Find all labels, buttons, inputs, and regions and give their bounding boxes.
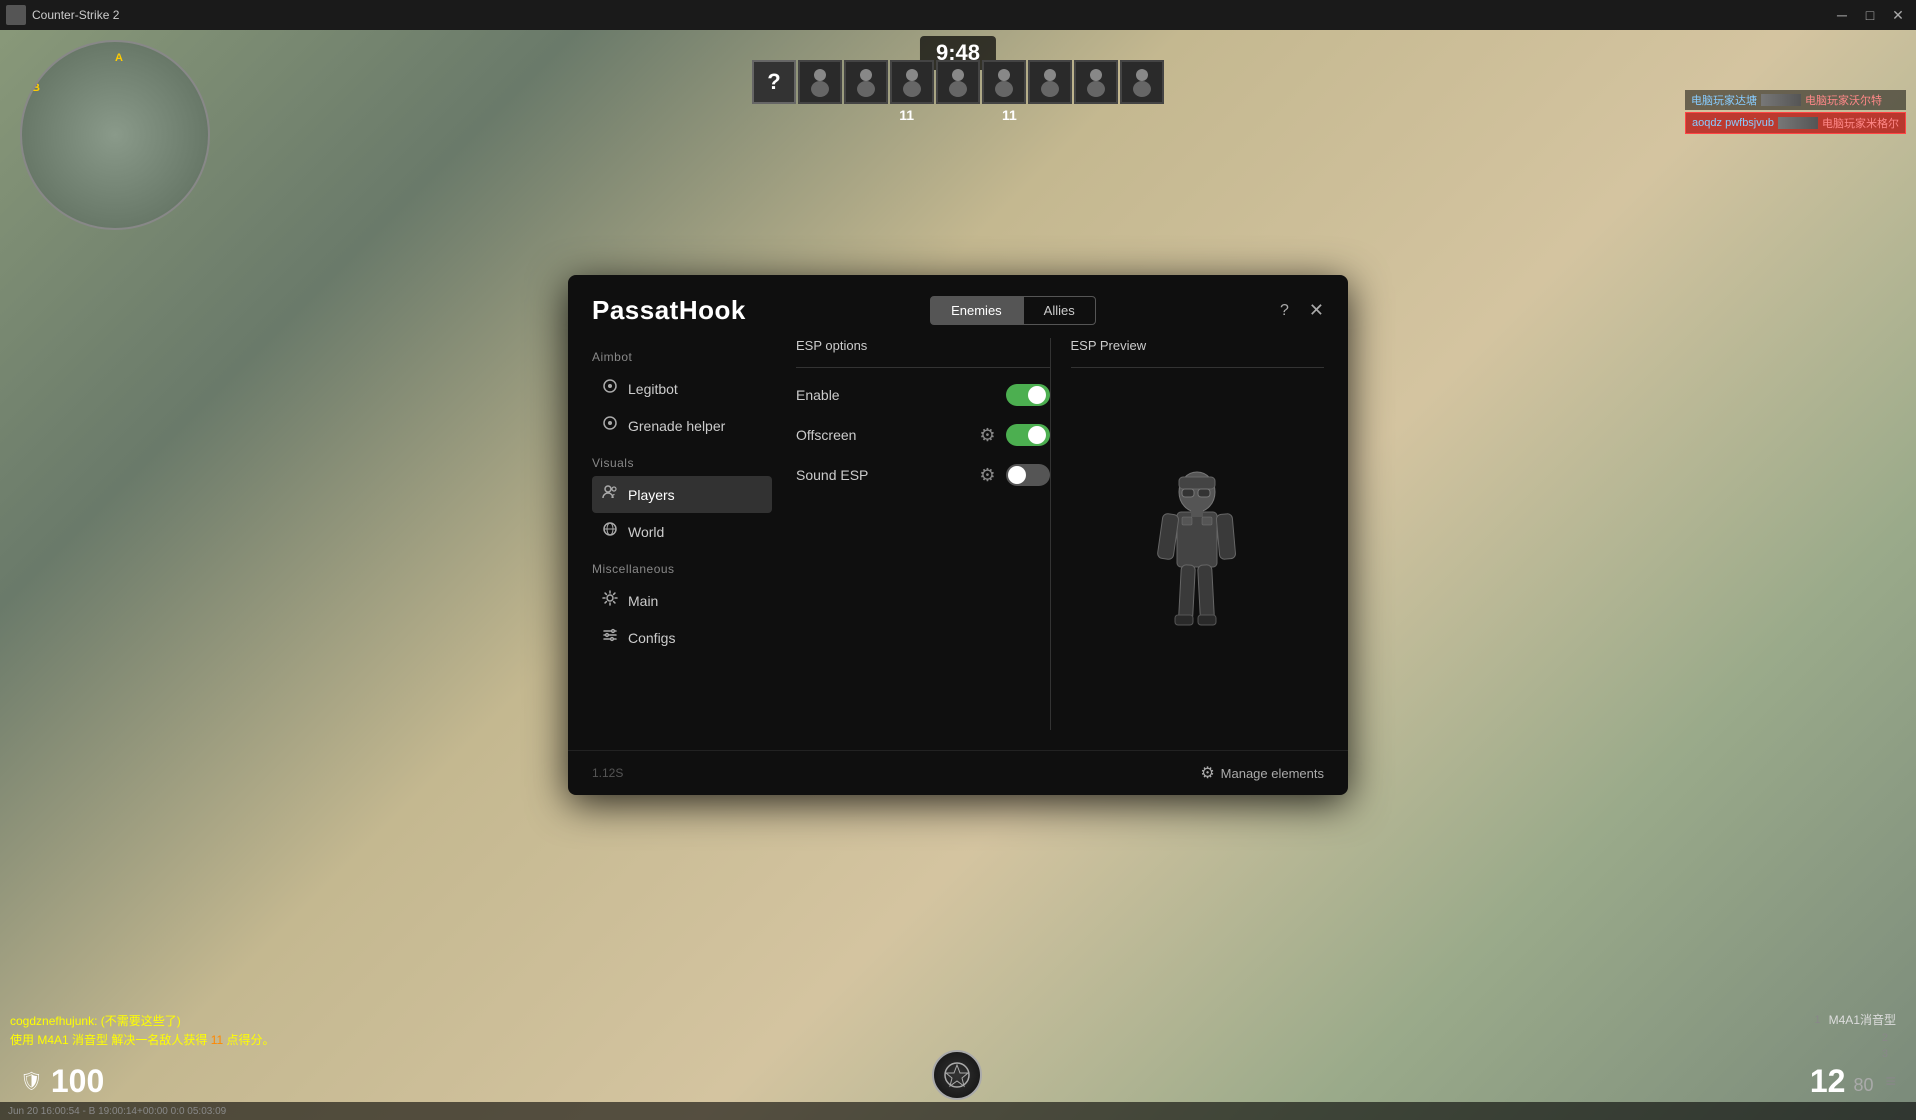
toggle-sound-esp[interactable] <box>1006 464 1050 486</box>
maximize-button[interactable]: □ <box>1860 7 1880 24</box>
configs-label: Configs <box>628 630 675 646</box>
modal-body: Aimbot Legitbot Grenade helper Visuals <box>568 338 1348 750</box>
grenade-helper-label: Grenade helper <box>628 418 725 434</box>
option-row-offscreen: Offscreen ⚙ <box>796 424 1050 446</box>
option-label-enable: Enable <box>796 387 840 403</box>
option-row-sound-esp: Sound ESP ⚙ <box>796 464 1050 486</box>
version-label: 1.12S <box>592 766 623 780</box>
world-icon <box>602 521 618 542</box>
sidebar-item-configs[interactable]: Configs <box>592 619 772 656</box>
sound-esp-gear-icon[interactable]: ⚙ <box>979 465 995 486</box>
modal-tabs: Enemies Allies <box>930 296 1096 325</box>
modal-overlay: PassatHook Enemies Allies ? ✕ Aimbot Leg… <box>0 30 1916 1120</box>
option-row-enable: Enable <box>796 384 1050 406</box>
world-label: World <box>628 524 664 540</box>
section-visuals-label: Visuals <box>592 456 772 470</box>
option-label-sound-esp: Sound ESP <box>796 467 868 483</box>
option-label-offscreen: Offscreen <box>796 427 856 443</box>
esp-preview-panel: ESP Preview <box>1050 338 1325 730</box>
modal-close-button[interactable]: ✕ <box>1309 300 1324 321</box>
window-title: Counter-Strike 2 <box>32 8 1832 22</box>
character-svg <box>1142 467 1252 647</box>
modal-title: PassatHook <box>592 295 746 326</box>
players-icon <box>602 484 618 505</box>
tab-enemies[interactable]: Enemies <box>930 296 1023 325</box>
option-controls-offscreen: ⚙ <box>979 424 1049 446</box>
esp-options-title: ESP options <box>796 338 1050 353</box>
manage-gear-icon: ⚙ <box>1200 763 1214 783</box>
esp-options-divider <box>796 367 1050 368</box>
section-aimbot-label: Aimbot <box>592 350 772 364</box>
main-icon <box>602 590 618 611</box>
modal-header-right: ? ✕ <box>1280 300 1324 321</box>
sidebar-item-world[interactable]: World <box>592 513 772 550</box>
window-titlebar: Counter-Strike 2 ─ □ ✕ <box>0 0 1916 30</box>
option-controls-enable <box>1006 384 1050 406</box>
esp-preview-divider <box>1071 367 1325 368</box>
esp-preview-figure <box>1071 384 1325 730</box>
legitbot-icon <box>602 378 618 399</box>
esp-columns: ESP options Enable Offscreen <box>796 338 1324 730</box>
modal-sidebar: Aimbot Legitbot Grenade helper Visuals <box>592 338 772 730</box>
app-icon <box>6 5 26 25</box>
legitbot-label: Legitbot <box>628 381 678 397</box>
main-label: Main <box>628 593 658 609</box>
modal-main-content: ESP options Enable Offscreen <box>772 338 1324 730</box>
option-controls-sound-esp: ⚙ <box>979 464 1049 486</box>
manage-elements-label: Manage elements <box>1221 766 1324 781</box>
sidebar-item-main[interactable]: Main <box>592 582 772 619</box>
passathook-modal: PassatHook Enemies Allies ? ✕ Aimbot Leg… <box>568 275 1348 795</box>
window-close-button[interactable]: ✕ <box>1888 7 1908 24</box>
esp-preview-title: ESP Preview <box>1071 338 1325 353</box>
toggle-offscreen[interactable] <box>1006 424 1050 446</box>
help-icon[interactable]: ? <box>1280 302 1289 320</box>
sidebar-item-legitbot[interactable]: Legitbot <box>592 370 772 407</box>
window-controls: ─ □ ✕ <box>1832 7 1908 24</box>
configs-icon <box>602 627 618 648</box>
modal-header: PassatHook Enemies Allies ? ✕ <box>568 275 1348 338</box>
sidebar-item-players[interactable]: Players <box>592 476 772 513</box>
players-label: Players <box>628 487 675 503</box>
esp-options-panel: ESP options Enable Offscreen <box>796 338 1050 730</box>
toggle-enable[interactable] <box>1006 384 1050 406</box>
offscreen-gear-icon[interactable]: ⚙ <box>979 425 995 446</box>
modal-footer: 1.12S ⚙ Manage elements <box>568 750 1348 795</box>
tab-allies[interactable]: Allies <box>1023 296 1096 325</box>
grenade-helper-icon <box>602 415 618 436</box>
minimize-button[interactable]: ─ <box>1832 7 1852 24</box>
section-misc-label: Miscellaneous <box>592 562 772 576</box>
manage-elements-button[interactable]: ⚙ Manage elements <box>1200 763 1324 783</box>
sidebar-item-grenade-helper[interactable]: Grenade helper <box>592 407 772 444</box>
